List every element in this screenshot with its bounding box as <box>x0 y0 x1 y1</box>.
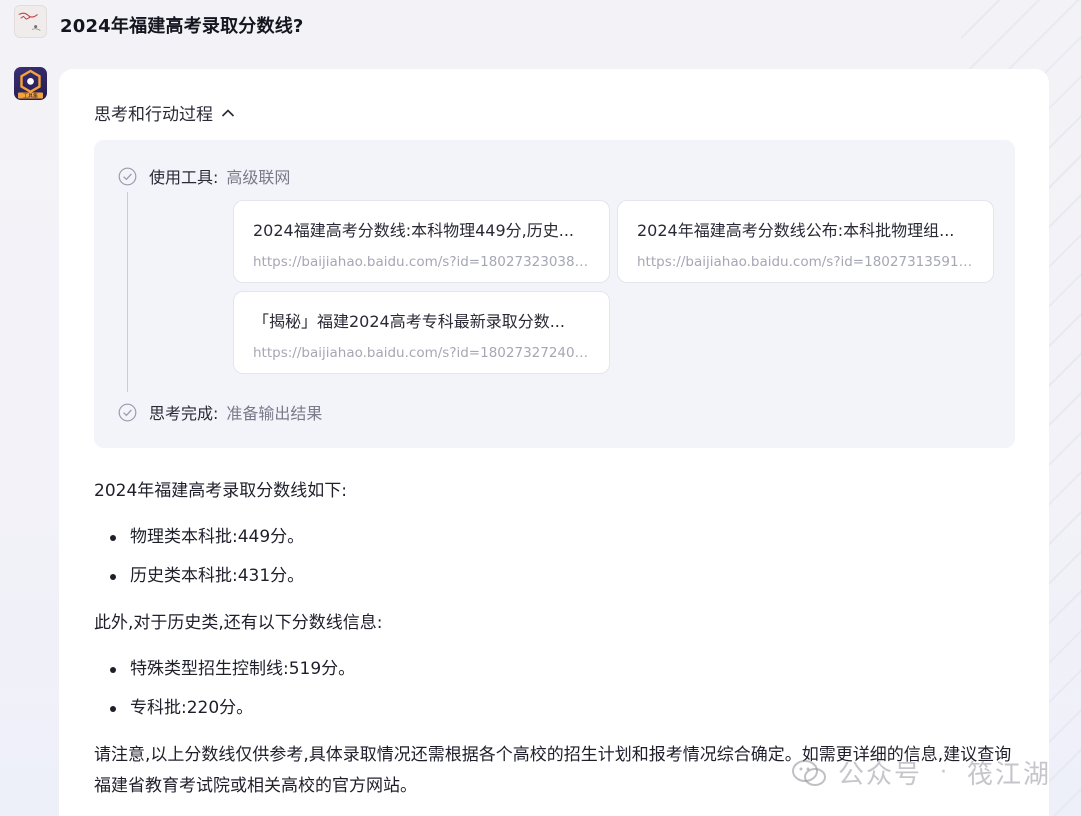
source-card[interactable]: 2024福建高考分数线:本科物理449分,历史... https://baiji… <box>233 200 610 283</box>
step-value: 准备输出结果 <box>226 404 323 423</box>
step-label: 思考完成: <box>149 404 219 423</box>
list-item: 专科批:220分。 <box>94 689 1024 728</box>
source-title: 「揭秘」福建2024高考专科最新录取分数... <box>253 312 565 331</box>
process-panel: 使用工具: 高级联网 2024福建高考分数线:本科物理449分,历史... ht… <box>94 140 1015 448</box>
check-circle-icon <box>118 167 137 185</box>
source-title: 2024福建高考分数线:本科物理449分,历史... <box>253 221 574 240</box>
answer-note: 请注意,以上分数线仅供参考,具体录取情况还需根据各个高校的招生计划和报考情况综合… <box>94 745 1012 796</box>
list-item: 特殊类型招生控制线:519分。 <box>94 650 1024 689</box>
answer-card: 思考和行动过程 使用工具: 高级联网 2024福建高考分数线:本科物理449分,… <box>59 69 1049 816</box>
score-list-primary: 物理类本科批:449分。 历史类本科批:431分。 <box>94 518 1024 596</box>
source-url: https://baijiahao.baidu.com/s?id=1802732… <box>253 254 589 270</box>
answer-middle: 此外,对于历史类,还有以下分数线信息: <box>94 613 383 633</box>
step-label: 使用工具: <box>149 168 219 187</box>
source-card[interactable]: 「揭秘」福建2024高考专科最新录取分数... https://baijiaha… <box>233 291 610 374</box>
check-circle-icon <box>118 403 137 421</box>
source-card[interactable]: 2024年福建高考分数线公布:本科批物理组... https://baijiah… <box>617 200 994 283</box>
timeline-line <box>127 192 128 392</box>
bot-avatar-caption: 工具集 <box>23 92 38 99</box>
list-item: 历史类本科批:431分。 <box>94 557 1024 596</box>
bot-avatar: 工具集 <box>14 67 47 100</box>
user-avatar <box>14 5 47 38</box>
source-url: https://baijiahao.baidu.com/s?id=1802731… <box>637 254 973 270</box>
step-tool-use: 使用工具: 高级联网 <box>118 164 290 188</box>
chevron-up-icon <box>221 108 235 117</box>
score-list-history: 特殊类型招生控制线:519分。 专科批:220分。 <box>94 650 1024 728</box>
source-title: 2024年福建高考分数线公布:本科批物理组... <box>637 221 955 240</box>
process-toggle[interactable]: 思考和行动过程 <box>94 100 235 125</box>
answer-body: 2024年福建高考录取分数线如下: 物理类本科批:449分。 历史类本科批:43… <box>94 476 1024 802</box>
process-toggle-label: 思考和行动过程 <box>94 105 213 125</box>
step-value: 高级联网 <box>226 168 291 187</box>
source-url: https://baijiahao.baidu.com/s?id=1802732… <box>253 345 589 361</box>
answer-intro: 2024年福建高考录取分数线如下: <box>94 481 347 501</box>
user-question: 2024年福建高考录取分数线? <box>60 16 304 37</box>
list-item: 物理类本科批:449分。 <box>94 518 1024 557</box>
step-thinking-done: 思考完成: 准备输出结果 <box>118 400 322 424</box>
